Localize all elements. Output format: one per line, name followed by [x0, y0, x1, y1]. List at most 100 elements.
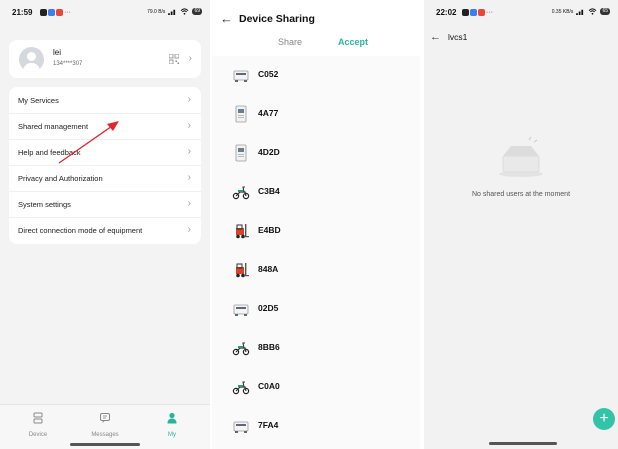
avatar[interactable]	[19, 47, 44, 72]
status-bar: 22:02 ··· 0.35 KB/s 65	[424, 8, 618, 22]
menu-item-system-settings[interactable]: System settings ›	[9, 191, 201, 218]
tab-label: Device	[28, 432, 48, 438]
network-speed: 79.0 B/s	[147, 8, 166, 15]
home-indicator[interactable]	[489, 442, 557, 445]
menu-item-my-services[interactable]: My Services ›	[9, 87, 201, 114]
device-row[interactable]: 4D2D	[212, 134, 420, 172]
chevron-right-icon: ›	[188, 53, 192, 64]
chevron-right-icon: ›	[187, 198, 191, 209]
empty-box-illustration	[499, 136, 543, 177]
device-name: 8BB6	[258, 342, 280, 352]
forklift-icon	[232, 222, 250, 240]
device-name: E4BD	[258, 225, 281, 235]
device-row[interactable]: C052	[212, 56, 420, 94]
device-row[interactable]: 848A	[212, 251, 420, 289]
menu-item-label: System settings	[18, 200, 71, 209]
more-notifications-icon: ···	[64, 9, 71, 16]
header: ← lvcs1	[424, 30, 618, 46]
tab-messages[interactable]: Messages	[85, 411, 125, 438]
user-name: lei	[53, 48, 62, 57]
wifi-icon	[589, 8, 597, 15]
device-row[interactable]: C3B4	[212, 173, 420, 211]
chevron-right-icon: ›	[187, 172, 191, 183]
status-time: 21:59	[12, 8, 33, 17]
device-name: 02D5	[258, 303, 279, 313]
device-sharing-screen: ← Device Sharing Share Accept C052 4A77 4D…	[212, 0, 420, 449]
device-name: 4A77	[258, 108, 279, 118]
signal-icon	[168, 9, 176, 15]
menu-item-label: My Services	[18, 96, 59, 105]
page-title: lvcs1	[448, 32, 468, 42]
device-name: C052	[258, 69, 279, 79]
annotation-arrow	[58, 121, 119, 164]
scooter-icon	[232, 339, 250, 357]
menu-item-label: Direct connection mode of equipment	[18, 226, 143, 235]
device-row[interactable]: 02D5	[212, 290, 420, 328]
tab-device[interactable]: Device	[18, 411, 58, 438]
status-right: 79.0 B/s 69	[147, 8, 202, 15]
app-notification-icon	[48, 9, 55, 16]
scooter-icon	[232, 378, 250, 396]
back-arrow-icon[interactable]: ←	[430, 31, 441, 44]
battery-icon: 69	[192, 8, 202, 15]
chevron-right-icon: ›	[187, 224, 191, 235]
battery-box-icon	[232, 300, 250, 318]
device-name: 4D2D	[258, 147, 280, 157]
app-notification-icon	[462, 9, 469, 16]
device-name: C0A0	[258, 381, 280, 391]
menu-item-privacy[interactable]: Privacy and Authorization ›	[9, 165, 201, 192]
qr-code-icon[interactable]	[169, 54, 179, 64]
notification-icons: ···	[462, 9, 493, 16]
chevron-right-icon: ›	[187, 94, 191, 105]
signal-icon	[576, 9, 584, 15]
device-list: C052 4A77 4D2D C3B4 E4BD 848A 02D5 8BB6 C0A0 7FA4	[212, 56, 420, 449]
avatar-head	[27, 52, 36, 61]
menu-item-direct-connection[interactable]: Direct connection mode of equipment ›	[9, 217, 201, 243]
chevron-right-icon: ›	[187, 146, 191, 157]
messages-icon	[100, 413, 110, 423]
app-notification-icon	[56, 9, 63, 16]
app-notification-icon	[40, 9, 47, 16]
tab-my[interactable]: My	[152, 411, 192, 438]
device-row[interactable]: 8BB6	[212, 329, 420, 367]
tab-share[interactable]: Share	[278, 37, 302, 47]
more-notifications-icon: ···	[486, 9, 493, 16]
person-icon	[167, 412, 177, 424]
plus-icon: +	[599, 410, 609, 427]
tab-label: My	[168, 432, 176, 438]
notification-icons: ···	[40, 9, 71, 16]
tab-accept[interactable]: Accept	[338, 37, 368, 47]
add-user-button[interactable]: +	[593, 408, 615, 430]
wifi-icon	[181, 8, 189, 15]
profile-card[interactable]: lei 134****307 ›	[9, 40, 201, 78]
device-row[interactable]: C0A0	[212, 368, 420, 406]
back-arrow-icon[interactable]: ←	[220, 12, 233, 25]
menu-item-label: Privacy and Authorization	[18, 174, 103, 183]
bottom-nav: Device Messages My	[0, 404, 210, 449]
battery-box-icon	[232, 417, 250, 435]
cabinet-icon	[232, 144, 250, 162]
empty-state-text: No shared users at the moment	[471, 191, 571, 198]
page-title: Device Sharing	[239, 13, 315, 25]
status-right: 0.35 KB/s 65	[552, 8, 610, 15]
app-notification-icon	[470, 9, 477, 16]
home-indicator[interactable]	[70, 443, 140, 446]
tab-label: Messages	[91, 432, 119, 438]
status-bar: 21:59 ··· 79.0 B/s 69	[0, 8, 210, 22]
device-row[interactable]: 7FA4	[212, 407, 420, 445]
device-row[interactable]: E4BD	[212, 212, 420, 250]
cabinet-icon	[232, 105, 250, 123]
forklift-icon	[232, 261, 250, 279]
device-name: C3B4	[258, 186, 280, 196]
chevron-right-icon: ›	[187, 120, 191, 131]
app-notification-icon	[478, 9, 485, 16]
my-screen: 21:59 ··· 79.0 B/s 69 lei 134****307 › M…	[0, 0, 210, 449]
device-name: 848A	[258, 264, 279, 274]
shared-users-screen: 22:02 ··· 0.35 KB/s 65 ← lvcs1 No shared…	[424, 0, 618, 449]
battery-icon: 65	[600, 8, 610, 15]
header: ← Device Sharing	[212, 10, 420, 30]
device-row[interactable]: 4A77	[212, 95, 420, 133]
battery-box-icon	[232, 66, 250, 84]
status-time: 22:02	[436, 8, 457, 17]
scooter-icon	[232, 183, 250, 201]
